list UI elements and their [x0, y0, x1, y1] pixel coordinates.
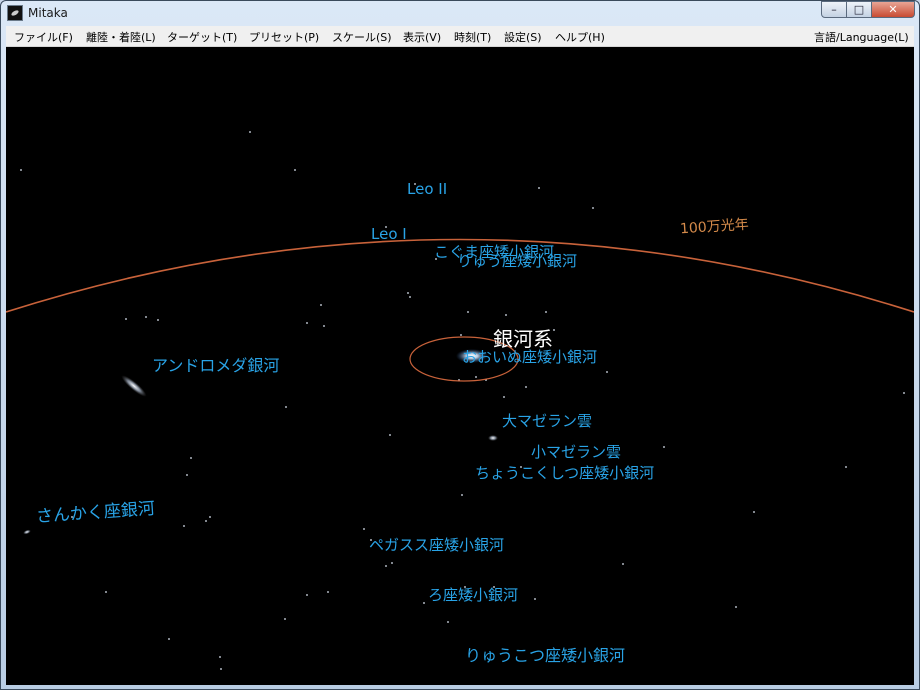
menu-landing[interactable]: 離陸・着陸(L) [86, 29, 156, 45]
star [363, 528, 365, 530]
star [323, 325, 325, 327]
star [592, 207, 594, 209]
star [391, 562, 393, 564]
label-carina-dwarf[interactable]: りゅうこつ座矮小銀河 [465, 648, 625, 664]
star [209, 516, 211, 518]
star [249, 131, 251, 133]
star [105, 591, 107, 593]
label-fornax-dwarf[interactable]: ろ座矮小銀河 [428, 588, 518, 603]
close-button[interactable]: ✕ [871, 1, 915, 18]
menu-help[interactable]: ヘルプ(H) [555, 29, 605, 45]
menu-time[interactable]: 時刻(T) [454, 29, 491, 45]
star [407, 292, 409, 294]
star [294, 169, 296, 171]
label-pegasus-dwarf[interactable]: ペガスス座矮小銀河 [369, 538, 504, 553]
star [553, 329, 555, 331]
menu-view[interactable]: 表示(V) [403, 29, 441, 45]
star [845, 466, 847, 468]
star [525, 386, 527, 388]
menu-preset[interactable]: プリセット(P) [249, 29, 319, 45]
menu-scale[interactable]: スケール(S) [332, 29, 392, 45]
lmc-image [488, 435, 498, 441]
star [409, 296, 411, 298]
star [20, 169, 22, 171]
star [538, 187, 540, 189]
star [505, 314, 507, 316]
star [168, 638, 170, 640]
star [475, 376, 477, 378]
label-draco-dwarf[interactable]: りゅう座矮小銀河 [457, 254, 577, 269]
label-leo-ii[interactable]: Leo II [407, 182, 447, 197]
star [284, 618, 286, 620]
minimize-button[interactable]: – [821, 1, 847, 18]
star [306, 322, 308, 324]
mitaka-app-icon[interactable] [7, 5, 23, 21]
star [220, 668, 222, 670]
title-bar[interactable]: Mitaka – □ ✕ [1, 1, 919, 25]
maximize-button[interactable]: □ [846, 1, 872, 18]
star [460, 334, 462, 336]
space-view-canvas[interactable]: Leo II Leo I 100万光年 こぐま座矮小銀河 りゅう座矮小銀河 銀河… [6, 47, 914, 685]
label-milky-way[interactable]: 銀河系 [493, 329, 553, 349]
star [157, 319, 159, 321]
label-small-magellanic-cloud[interactable]: 小マゼラン雲 [531, 445, 621, 460]
label-andromeda-galaxy[interactable]: アンドロメダ銀河 [152, 358, 279, 374]
star [467, 311, 469, 313]
label-large-magellanic-cloud[interactable]: 大マゼラン雲 [502, 414, 592, 429]
star [622, 563, 624, 565]
star [125, 318, 127, 320]
star [320, 304, 322, 306]
star [503, 396, 505, 398]
star [903, 392, 905, 394]
star [183, 525, 185, 527]
menu-language[interactable]: 言語/Language(L) [814, 29, 909, 45]
star [306, 594, 308, 596]
star [423, 602, 425, 604]
star [461, 494, 463, 496]
window-title: Mitaka [28, 6, 68, 20]
star [186, 474, 188, 476]
triangulum-galaxy-image [23, 529, 31, 535]
menu-file[interactable]: ファイル(F) [14, 29, 73, 45]
star [735, 606, 737, 608]
andromeda-galaxy-image [121, 375, 147, 397]
star [447, 621, 449, 623]
label-canis-major-dwarf[interactable]: おおいぬ座矮小銀河 [462, 350, 597, 365]
menu-settings[interactable]: 設定(S) [504, 29, 542, 45]
star [606, 371, 608, 373]
window-controls: – □ ✕ [821, 1, 915, 19]
star [145, 316, 147, 318]
star [389, 434, 391, 436]
star [534, 598, 536, 600]
star [190, 457, 192, 459]
label-sculptor-dwarf[interactable]: ちょうこくしつ座矮小銀河 [475, 466, 654, 481]
menu-target[interactable]: ターゲット(T) [167, 29, 237, 45]
label-leo-i[interactable]: Leo I [371, 227, 407, 242]
star [327, 591, 329, 593]
menu-bar: ファイル(F) 離陸・着陸(L) ターゲット(T) プリセット(P) スケール(… [6, 26, 914, 47]
star [385, 565, 387, 567]
star [205, 520, 207, 522]
star [219, 656, 221, 658]
app-window: Mitaka – □ ✕ ファイル(F) 離陸・着陸(L) ターゲット(T) プ… [0, 0, 920, 690]
star [663, 446, 665, 448]
star [545, 311, 547, 313]
star [285, 406, 287, 408]
star [753, 511, 755, 513]
